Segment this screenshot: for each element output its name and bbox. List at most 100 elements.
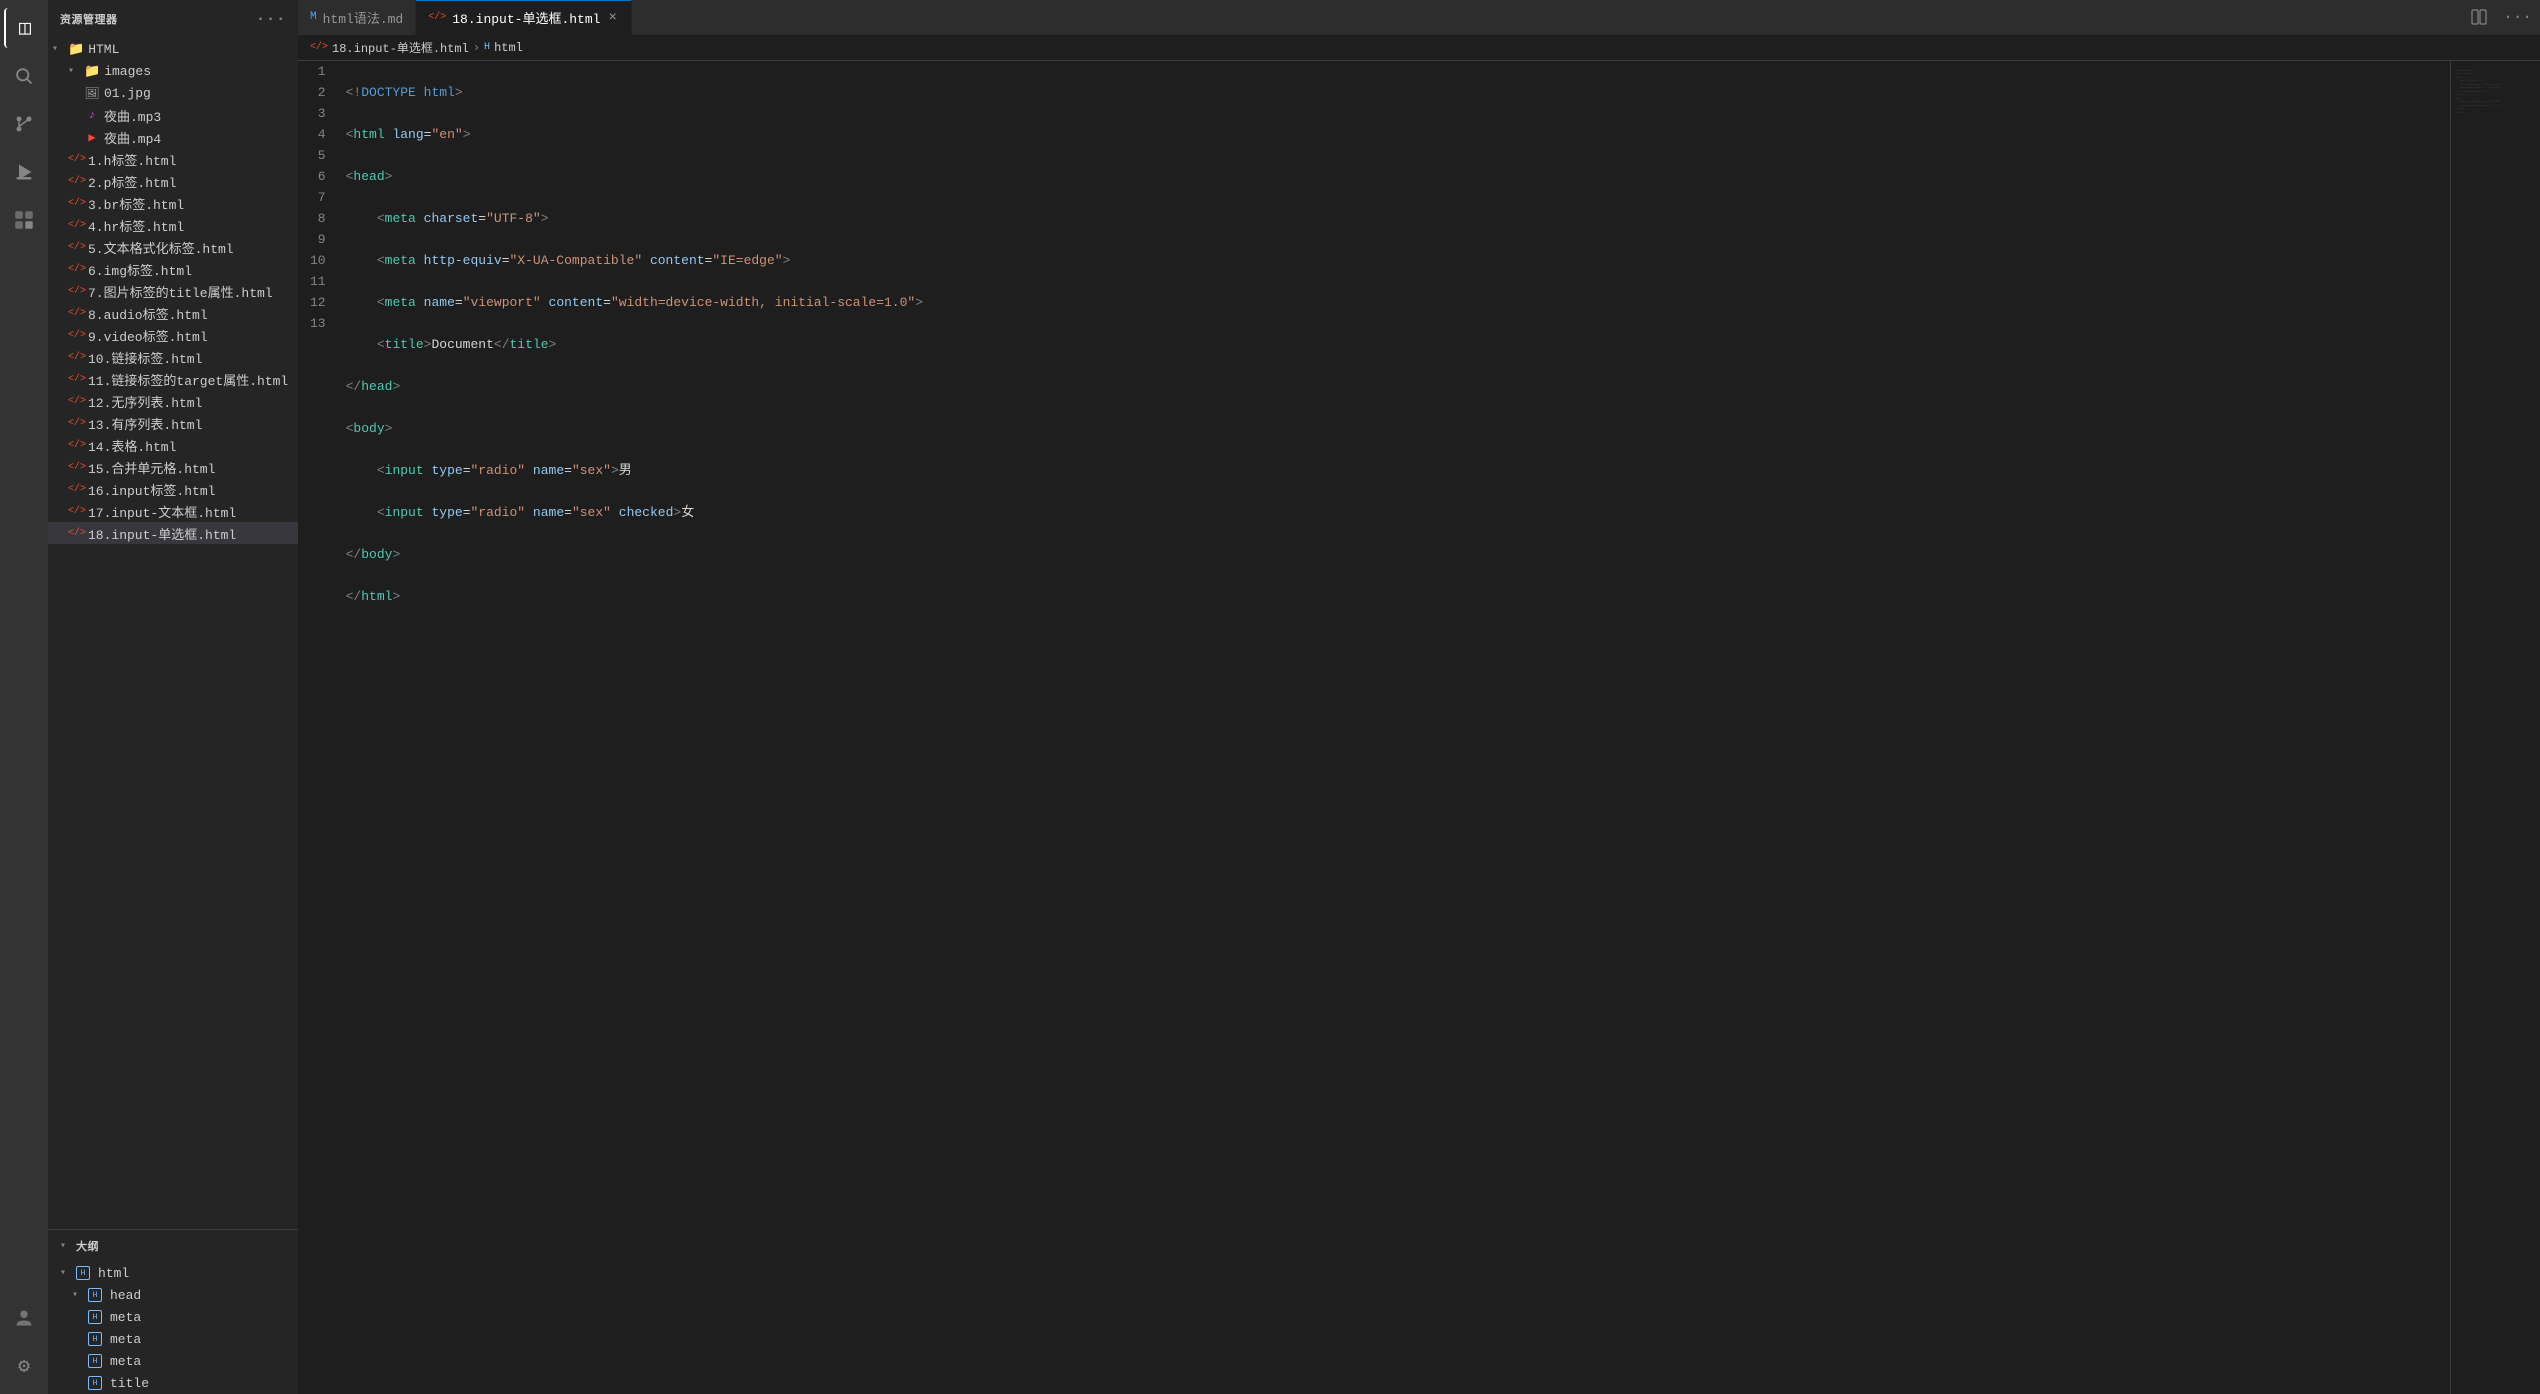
image-icon: 🖼: [84, 86, 100, 101]
sidebar: 资源管理器 ··· ▾ 📁 HTML ▾ 📁 images 🖼 01.jpg ♪…: [48, 0, 298, 1394]
file-1h[interactable]: </> 1.h标签.html: [48, 148, 298, 170]
outline-label: meta: [110, 1332, 141, 1347]
source-control-icon[interactable]: [4, 104, 44, 144]
run-icon[interactable]: [4, 152, 44, 192]
file-9video[interactable]: </> 9.video标签.html: [48, 324, 298, 346]
sidebar-header: 资源管理器 ···: [48, 0, 298, 38]
file-label: 7.图片标签的title属性.html: [88, 282, 273, 301]
activity-bar: ◫ ⚙: [0, 0, 48, 1394]
minimap-content: <!DOCTYPE html> <html lang="en"> <head> …: [2451, 61, 2540, 122]
file-6img[interactable]: </> 6.img标签.html: [48, 258, 298, 280]
title-outline-icon: H: [88, 1376, 102, 1390]
file-label: 17.input-文本框.html: [88, 502, 236, 521]
code-line-6: <meta name="viewport" content="width=dev…: [346, 292, 2450, 313]
file-15merge[interactable]: </> 15.合并单元格.html: [48, 456, 298, 478]
html-icon: </>: [68, 286, 84, 297]
file-label: 12.无序列表.html: [88, 392, 202, 411]
split-editor-button[interactable]: [2463, 9, 2495, 25]
outline-item-title[interactable]: H title: [48, 1372, 298, 1394]
file-8audio[interactable]: </> 8.audio标签.html: [48, 302, 298, 324]
file-4hr[interactable]: </> 4.hr标签.html: [48, 214, 298, 236]
html-icon: </>: [68, 198, 84, 209]
html-icon: </>: [68, 242, 84, 253]
file-label: 8.audio标签.html: [88, 304, 208, 323]
breadcrumb-file[interactable]: 18.input-单选框.html: [332, 39, 469, 56]
tab-close-button[interactable]: ×: [606, 10, 618, 26]
outline-item-head[interactable]: ▾ H head: [48, 1284, 298, 1306]
outline-header: ▾ 大纲: [48, 1229, 298, 1262]
md-icon: M: [310, 11, 317, 23]
file-label: 夜曲.mp3: [104, 106, 161, 125]
outline-item-html[interactable]: ▾ H html: [48, 1262, 298, 1284]
line-numbers: 1 2 3 4 5 6 7 8 9 10 11 12 13: [298, 61, 338, 1394]
meta-outline-icon: H: [88, 1332, 102, 1346]
file-label: 16.input标签.html: [88, 480, 215, 499]
file-12ul[interactable]: </> 12.无序列表.html: [48, 390, 298, 412]
html-icon: </>: [68, 330, 84, 341]
folder-images[interactable]: ▾ 📁 images: [48, 60, 298, 82]
video-icon: ▶: [84, 130, 100, 145]
code-line-9: <body>: [346, 418, 2450, 439]
tab-bar: M html语法.md </> 18.input-单选框.html × ···: [298, 0, 2540, 35]
file-17input-text[interactable]: </> 17.input-文本框.html: [48, 500, 298, 522]
outline-item-meta1[interactable]: H meta: [48, 1306, 298, 1328]
file-label: 01.jpg: [104, 86, 151, 101]
html-icon: </>: [68, 440, 84, 451]
file-3br[interactable]: </> 3.br标签.html: [48, 192, 298, 214]
settings-icon[interactable]: ⚙: [4, 1346, 44, 1386]
file-label: 夜曲.mp4: [104, 128, 161, 147]
file-01jpg[interactable]: 🖼 01.jpg: [48, 82, 298, 104]
breadcrumb-html[interactable]: html: [494, 41, 523, 55]
code-line-13: </html>: [346, 586, 2450, 607]
explorer-icon[interactable]: ◫: [4, 8, 44, 48]
html-icon: </>: [428, 12, 446, 23]
file-14table[interactable]: </> 14.表格.html: [48, 434, 298, 456]
outline-title: 大纲: [76, 1238, 99, 1254]
code-line-5: <meta http-equiv="X-UA-Compatible" conte…: [346, 250, 2450, 271]
file-13ol[interactable]: </> 13.有序列表.html: [48, 412, 298, 434]
html-icon: </>: [68, 176, 84, 187]
file-7img-title[interactable]: </> 7.图片标签的title属性.html: [48, 280, 298, 302]
code-editor[interactable]: 1 2 3 4 5 6 7 8 9 10 11 12 13 <!DOCTYPE …: [298, 61, 2540, 1394]
file-label: 2.p标签.html: [88, 172, 176, 191]
html-icon: </>: [68, 396, 84, 407]
file-18input-radio[interactable]: </> 18.input-单选框.html: [48, 522, 298, 544]
file-11link-target[interactable]: </> 11.链接标签的target属性.html: [48, 368, 298, 390]
folder-label: HTML: [88, 42, 119, 57]
file-mp3[interactable]: ♪ 夜曲.mp3: [48, 104, 298, 126]
outline-item-meta3[interactable]: H meta: [48, 1350, 298, 1372]
html-icon: </>: [68, 308, 84, 319]
account-icon[interactable]: [4, 1298, 44, 1338]
tab-html-syntax[interactable]: M html语法.md: [298, 0, 416, 35]
minimap: <!DOCTYPE html> <html lang="en"> <head> …: [2450, 61, 2540, 1394]
code-line-1: <!DOCTYPE html>: [346, 82, 2450, 103]
file-10link[interactable]: </> 10.链接标签.html: [48, 346, 298, 368]
file-mp4[interactable]: ▶ 夜曲.mp4: [48, 126, 298, 148]
extensions-icon[interactable]: [4, 200, 44, 240]
html-icon: </>: [68, 462, 84, 473]
chevron-down-icon: ▾: [60, 1240, 72, 1252]
chevron-down-icon: ▾: [52, 43, 64, 55]
outline-label: html: [98, 1266, 129, 1281]
code-line-10: <input type="radio" name="sex">男: [346, 460, 2450, 481]
folder-html[interactable]: ▾ 📁 HTML: [48, 38, 298, 60]
outline-item-meta2[interactable]: H meta: [48, 1328, 298, 1350]
html-icon: </>: [68, 264, 84, 275]
meta-outline-icon: H: [88, 1310, 102, 1324]
folder-icon: 📁: [84, 64, 100, 79]
tab-18-input-radio[interactable]: </> 18.input-单选框.html ×: [416, 0, 632, 35]
search-icon[interactable]: [4, 56, 44, 96]
html-icon: </>: [68, 506, 84, 517]
outline-label: meta: [110, 1354, 141, 1369]
file-label: 14.表格.html: [88, 436, 176, 455]
file-label: 10.链接标签.html: [88, 348, 202, 367]
outline-section: ▾ H html ▾ H head H meta H meta H meta H…: [48, 1262, 298, 1394]
file-label: 9.video标签.html: [88, 326, 208, 345]
code-line-12: </body>: [346, 544, 2450, 565]
file-16input[interactable]: </> 16.input标签.html: [48, 478, 298, 500]
more-actions-button[interactable]: ···: [2495, 8, 2540, 26]
file-5text[interactable]: </> 5.文本格式化标签.html: [48, 236, 298, 258]
sidebar-more-button[interactable]: ···: [256, 10, 286, 28]
breadcrumb-icon2: H: [484, 42, 490, 53]
file-2p[interactable]: </> 2.p标签.html: [48, 170, 298, 192]
